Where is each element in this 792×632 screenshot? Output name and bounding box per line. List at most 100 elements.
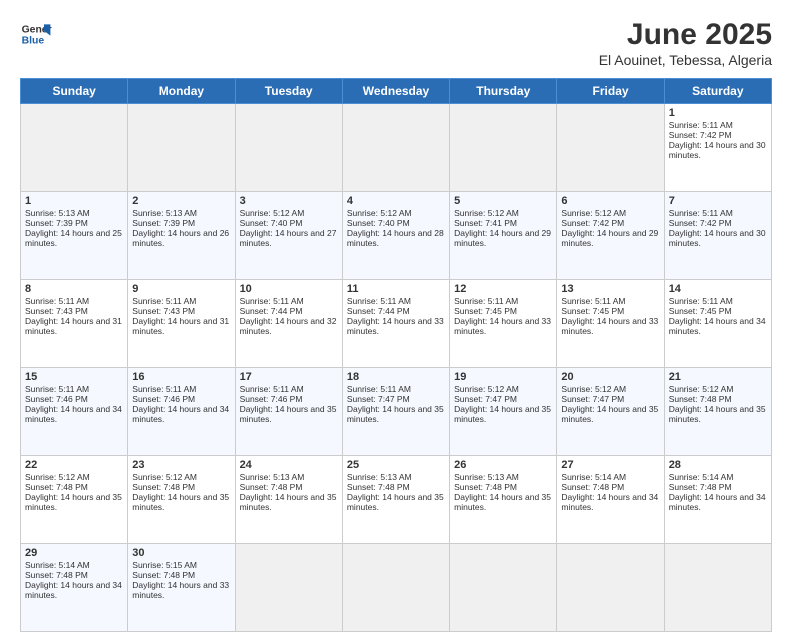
daylight-text: Daylight: 14 hours and 26 minutes. (132, 228, 230, 248)
calendar-cell: 7Sunrise: 5:11 AMSunset: 7:42 PMDaylight… (664, 192, 771, 280)
day-header-monday: Monday (128, 79, 235, 104)
day-number: 12 (454, 283, 552, 295)
day-number: 1 (25, 195, 123, 207)
calendar-cell: 23Sunrise: 5:12 AMSunset: 7:48 PMDayligh… (128, 456, 235, 544)
svg-text:Blue: Blue (22, 36, 45, 47)
logo: General Blue (20, 18, 52, 50)
header: General Blue June 2025 El Aouinet, Tebes… (20, 18, 772, 68)
daylight-text: Daylight: 14 hours and 33 minutes. (347, 316, 445, 336)
sunrise-text: Sunrise: 5:12 AM (669, 384, 767, 394)
sunset-text: Sunset: 7:42 PM (561, 218, 659, 228)
calendar-cell: 22Sunrise: 5:12 AMSunset: 7:48 PMDayligh… (21, 456, 128, 544)
daylight-text: Daylight: 14 hours and 35 minutes. (347, 404, 445, 424)
day-number: 30 (132, 547, 230, 559)
sunrise-text: Sunrise: 5:13 AM (240, 472, 338, 482)
daylight-text: Daylight: 14 hours and 27 minutes. (240, 228, 338, 248)
logo-icon: General Blue (20, 18, 52, 50)
day-header-thursday: Thursday (450, 79, 557, 104)
calendar-cell: 1Sunrise: 5:11 AMSunset: 7:42 PMDaylight… (664, 104, 771, 192)
day-number: 13 (561, 283, 659, 295)
day-number: 28 (669, 459, 767, 471)
calendar-row: 1Sunrise: 5:11 AMSunset: 7:42 PMDaylight… (21, 104, 772, 192)
sunset-text: Sunset: 7:48 PM (454, 482, 552, 492)
daylight-text: Daylight: 14 hours and 33 minutes. (132, 580, 230, 600)
calendar-cell (235, 104, 342, 192)
day-number: 25 (347, 459, 445, 471)
day-header-tuesday: Tuesday (235, 79, 342, 104)
daylight-text: Daylight: 14 hours and 30 minutes. (669, 228, 767, 248)
calendar-cell: 11Sunrise: 5:11 AMSunset: 7:44 PMDayligh… (342, 280, 449, 368)
daylight-text: Daylight: 14 hours and 35 minutes. (240, 492, 338, 512)
day-number: 15 (25, 371, 123, 383)
sunset-text: Sunset: 7:47 PM (347, 394, 445, 404)
calendar-cell: 26Sunrise: 5:13 AMSunset: 7:48 PMDayligh… (450, 456, 557, 544)
sunrise-text: Sunrise: 5:11 AM (240, 296, 338, 306)
daylight-text: Daylight: 14 hours and 33 minutes. (561, 316, 659, 336)
day-number: 17 (240, 371, 338, 383)
calendar-cell (557, 544, 664, 632)
daylight-text: Daylight: 14 hours and 31 minutes. (132, 316, 230, 336)
sunrise-text: Sunrise: 5:12 AM (240, 208, 338, 218)
calendar-cell: 28Sunrise: 5:14 AMSunset: 7:48 PMDayligh… (664, 456, 771, 544)
day-number: 27 (561, 459, 659, 471)
day-number: 24 (240, 459, 338, 471)
day-number: 8 (25, 283, 123, 295)
sunrise-text: Sunrise: 5:14 AM (669, 472, 767, 482)
daylight-text: Daylight: 14 hours and 35 minutes. (669, 404, 767, 424)
day-number: 3 (240, 195, 338, 207)
day-header-sunday: Sunday (21, 79, 128, 104)
sunset-text: Sunset: 7:44 PM (240, 306, 338, 316)
page: General Blue June 2025 El Aouinet, Tebes… (0, 0, 792, 612)
sunset-text: Sunset: 7:40 PM (347, 218, 445, 228)
day-number: 22 (25, 459, 123, 471)
sunrise-text: Sunrise: 5:11 AM (669, 296, 767, 306)
sunrise-text: Sunrise: 5:12 AM (454, 384, 552, 394)
sunset-text: Sunset: 7:41 PM (454, 218, 552, 228)
sunset-text: Sunset: 7:48 PM (669, 394, 767, 404)
sunrise-text: Sunrise: 5:12 AM (132, 472, 230, 482)
calendar-cell (450, 544, 557, 632)
title-block: June 2025 El Aouinet, Tebessa, Algeria (599, 18, 772, 68)
calendar-row: 15Sunrise: 5:11 AMSunset: 7:46 PMDayligh… (21, 368, 772, 456)
daylight-text: Daylight: 14 hours and 35 minutes. (454, 404, 552, 424)
calendar-cell: 12Sunrise: 5:11 AMSunset: 7:45 PMDayligh… (450, 280, 557, 368)
sunrise-text: Sunrise: 5:12 AM (561, 384, 659, 394)
daylight-text: Daylight: 14 hours and 31 minutes. (25, 316, 123, 336)
sunset-text: Sunset: 7:39 PM (132, 218, 230, 228)
sunset-text: Sunset: 7:48 PM (25, 482, 123, 492)
sunrise-text: Sunrise: 5:14 AM (25, 560, 123, 570)
sunrise-text: Sunrise: 5:14 AM (561, 472, 659, 482)
daylight-text: Daylight: 14 hours and 34 minutes. (669, 492, 767, 512)
sunset-text: Sunset: 7:48 PM (240, 482, 338, 492)
day-number: 16 (132, 371, 230, 383)
sunset-text: Sunset: 7:42 PM (669, 218, 767, 228)
location-title: El Aouinet, Tebessa, Algeria (599, 52, 772, 68)
calendar-header-row: SundayMondayTuesdayWednesdayThursdayFrid… (21, 79, 772, 104)
day-number: 14 (669, 283, 767, 295)
calendar-cell: 14Sunrise: 5:11 AMSunset: 7:45 PMDayligh… (664, 280, 771, 368)
sunrise-text: Sunrise: 5:11 AM (669, 120, 767, 130)
sunset-text: Sunset: 7:48 PM (561, 482, 659, 492)
daylight-text: Daylight: 14 hours and 34 minutes. (561, 492, 659, 512)
calendar-cell: 8Sunrise: 5:11 AMSunset: 7:43 PMDaylight… (21, 280, 128, 368)
day-number: 7 (669, 195, 767, 207)
sunset-text: Sunset: 7:44 PM (347, 306, 445, 316)
day-number: 4 (347, 195, 445, 207)
sunset-text: Sunset: 7:39 PM (25, 218, 123, 228)
sunset-text: Sunset: 7:43 PM (25, 306, 123, 316)
sunrise-text: Sunrise: 5:12 AM (454, 208, 552, 218)
calendar: SundayMondayTuesdayWednesdayThursdayFrid… (20, 78, 772, 632)
daylight-text: Daylight: 14 hours and 35 minutes. (240, 404, 338, 424)
day-number: 9 (132, 283, 230, 295)
day-number: 18 (347, 371, 445, 383)
sunrise-text: Sunrise: 5:13 AM (25, 208, 123, 218)
sunrise-text: Sunrise: 5:11 AM (25, 296, 123, 306)
calendar-cell: 13Sunrise: 5:11 AMSunset: 7:45 PMDayligh… (557, 280, 664, 368)
sunrise-text: Sunrise: 5:11 AM (561, 296, 659, 306)
daylight-text: Daylight: 14 hours and 28 minutes. (347, 228, 445, 248)
day-header-friday: Friday (557, 79, 664, 104)
day-number: 26 (454, 459, 552, 471)
day-number: 21 (669, 371, 767, 383)
calendar-cell (450, 104, 557, 192)
sunset-text: Sunset: 7:46 PM (25, 394, 123, 404)
